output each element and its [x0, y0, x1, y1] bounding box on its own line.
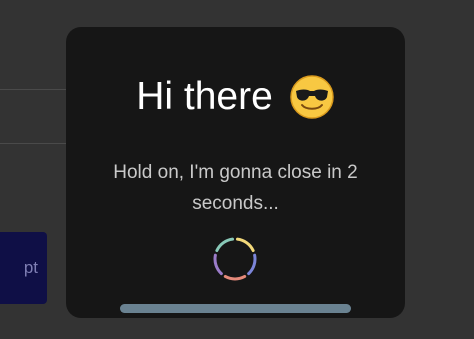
loading-spinner-icon [213, 237, 257, 281]
dialog-title-row: Hi there [66, 72, 405, 122]
auto-close-progress-fill [120, 304, 351, 313]
dialog-title: Hi there [136, 75, 273, 118]
spinner-segment [247, 253, 257, 276]
spinner-segment [223, 274, 247, 281]
spinner-segment [235, 237, 255, 253]
toast-dialog[interactable]: Hi there Hold on, I'm gonna close in 2 s… [66, 27, 405, 318]
background-button-label: pt [23, 258, 38, 277]
background-button[interactable]: pt [0, 232, 47, 304]
auto-close-progress [120, 304, 351, 313]
smiling-face-with-sunglasses-icon [290, 75, 334, 119]
dialog-message: Hold on, I'm gonna close in 2 seconds... [113, 162, 358, 214]
spinner-segment [215, 237, 235, 253]
spinner-segment [213, 253, 223, 276]
